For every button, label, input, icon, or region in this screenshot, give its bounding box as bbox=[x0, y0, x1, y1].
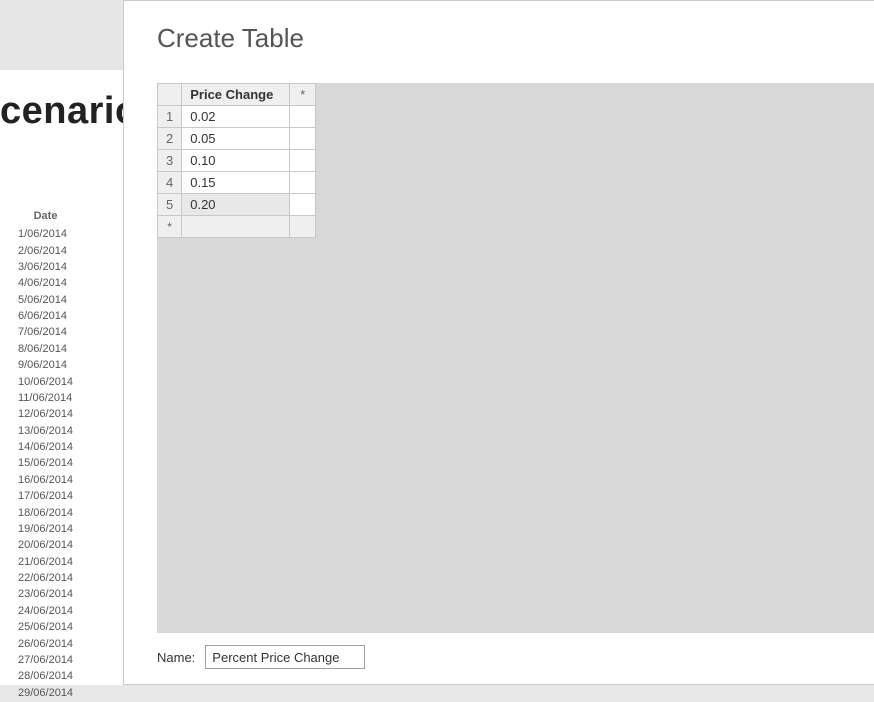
background-date-cell: 17/06/2014 bbox=[12, 489, 79, 503]
background-date-cell: 6/06/2014 bbox=[12, 309, 79, 323]
background-date-cell: 22/06/2014 bbox=[12, 571, 79, 585]
background-date-cell: 18/06/2014 bbox=[12, 505, 79, 519]
grid-row[interactable]: 20.05 bbox=[158, 128, 316, 150]
create-table-dialog: Create Table Price Change * 10.0220.0530… bbox=[123, 0, 874, 685]
grid-row[interactable]: 10.02 bbox=[158, 106, 316, 128]
background-date-table: Date 1/06/2014 2/06/2014 3/06/2014 4/06/201… bbox=[10, 205, 81, 702]
background-date-cell: 24/06/2014 bbox=[12, 604, 79, 618]
background-date-cell: 19/06/2014 bbox=[12, 522, 79, 536]
grid-cell-extra[interactable] bbox=[290, 172, 316, 194]
grid-cell[interactable] bbox=[182, 216, 290, 238]
grid-cell[interactable]: 0.15 bbox=[182, 172, 290, 194]
background-date-cell: 5/06/2014 bbox=[12, 293, 79, 307]
grid-row[interactable]: 30.10 bbox=[158, 150, 316, 172]
grid-row-number[interactable]: 4 bbox=[158, 172, 182, 194]
grid-cell-extra[interactable] bbox=[290, 150, 316, 172]
dialog-grid-area: Price Change * 10.0220.0530.1040.1550.20… bbox=[157, 83, 874, 633]
table-name-input[interactable] bbox=[205, 645, 365, 669]
grid-cell[interactable]: 0.10 bbox=[182, 150, 290, 172]
grid-row[interactable]: 50.20 bbox=[158, 194, 316, 216]
background-date-cell: 2/06/2014 bbox=[12, 243, 79, 257]
background-date-cell: 23/06/2014 bbox=[12, 587, 79, 601]
background-date-cell: 14/06/2014 bbox=[12, 440, 79, 454]
grid-column-header[interactable]: Price Change bbox=[182, 84, 290, 106]
background-date-cell: 4/06/2014 bbox=[12, 276, 79, 290]
background-date-cell: 29/06/2014 bbox=[12, 686, 79, 700]
grid-cell[interactable]: 0.02 bbox=[182, 106, 290, 128]
grid-new-row[interactable]: * bbox=[158, 216, 316, 238]
grid-row-number[interactable]: 2 bbox=[158, 128, 182, 150]
grid-add-column[interactable]: * bbox=[290, 84, 316, 106]
grid-row-number[interactable]: 5 bbox=[158, 194, 182, 216]
background-date-cell: 3/06/2014 bbox=[12, 260, 79, 274]
grid-row[interactable]: 40.15 bbox=[158, 172, 316, 194]
background-date-cell: 26/06/2014 bbox=[12, 636, 79, 650]
background-date-cell: 13/06/2014 bbox=[12, 424, 79, 438]
dialog-title: Create Table bbox=[157, 23, 304, 54]
grid-cell-extra[interactable] bbox=[290, 194, 316, 216]
grid-row-number[interactable]: 3 bbox=[158, 150, 182, 172]
background-date-cell: 21/06/2014 bbox=[12, 555, 79, 569]
grid-cell[interactable]: 0.05 bbox=[182, 128, 290, 150]
background-date-cell: 1/06/2014 bbox=[12, 227, 79, 241]
background-date-header: Date bbox=[12, 207, 79, 225]
page-heading-fragment: cenario bbox=[0, 90, 139, 133]
background-date-cell: 15/06/2014 bbox=[12, 456, 79, 470]
grid-row-number[interactable]: 1 bbox=[158, 106, 182, 128]
background-date-cell: 27/06/2014 bbox=[12, 653, 79, 667]
create-table-grid[interactable]: Price Change * 10.0220.0530.1040.1550.20… bbox=[157, 83, 316, 238]
table-name-label: Name: bbox=[157, 650, 195, 665]
background-date-cell: 10/06/2014 bbox=[12, 374, 79, 388]
background-date-cell: 7/06/2014 bbox=[12, 325, 79, 339]
grid-new-row-marker[interactable]: * bbox=[158, 216, 182, 238]
background-date-cell: 20/06/2014 bbox=[12, 538, 79, 552]
grid-cell[interactable]: 0.20 bbox=[182, 194, 290, 216]
table-name-row: Name: bbox=[157, 645, 365, 669]
background-date-cell: 9/06/2014 bbox=[12, 358, 79, 372]
background-date-cell: 28/06/2014 bbox=[12, 669, 79, 683]
background-date-cell: 8/06/2014 bbox=[12, 342, 79, 356]
background-date-cell: 16/06/2014 bbox=[12, 473, 79, 487]
grid-cell-extra[interactable] bbox=[290, 216, 316, 238]
grid-cell-extra[interactable] bbox=[290, 128, 316, 150]
grid-corner-cell[interactable] bbox=[158, 84, 182, 106]
background-date-cell: 12/06/2014 bbox=[12, 407, 79, 421]
background-date-cell: 25/06/2014 bbox=[12, 620, 79, 634]
grid-cell-extra[interactable] bbox=[290, 106, 316, 128]
background-date-cell: 11/06/2014 bbox=[12, 391, 79, 405]
